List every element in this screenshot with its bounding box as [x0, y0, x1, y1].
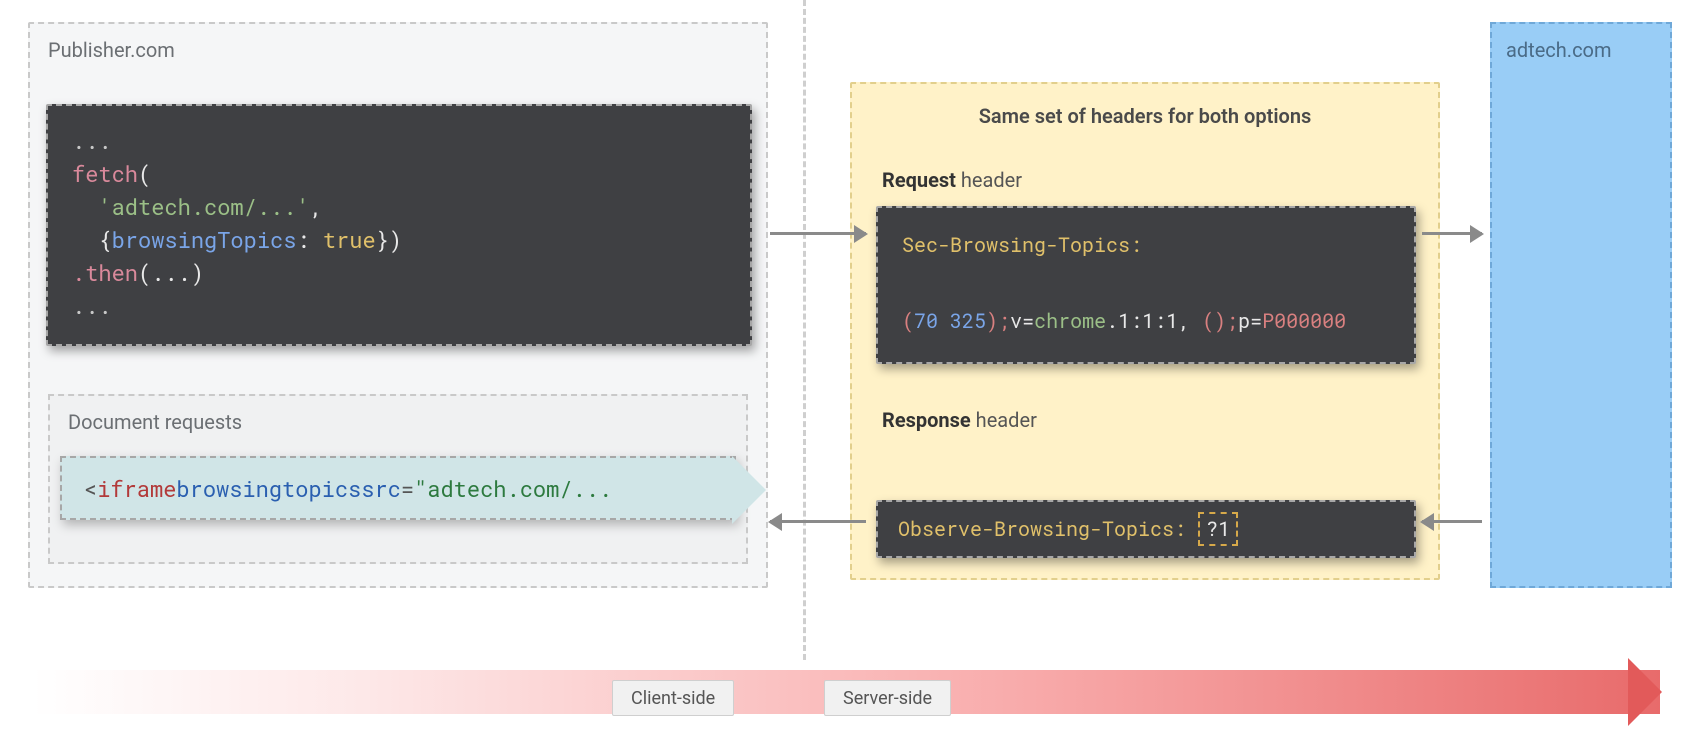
code-dots: ... [72, 126, 112, 155]
server-side-label: Server-side [824, 680, 951, 716]
code-comma: , [310, 192, 323, 221]
fetch-code-block: ... fetch( 'adtech.com/...', {browsingTo… [46, 104, 752, 346]
request-header-label: Request header [882, 168, 1022, 192]
code-paren-close: ) [389, 225, 402, 254]
iframe-val: "adtech.com/... [414, 474, 612, 503]
code-url: 'adtech.com/...' [98, 192, 309, 221]
request-header-code: Sec-Browsing-Topics: (70 325);v=chrome.1… [876, 206, 1416, 364]
req-sp [938, 308, 950, 334]
iframe-lt: < [84, 474, 97, 503]
code-dots-2: ... [72, 291, 112, 320]
code-paren-open: ( [138, 159, 151, 188]
adtech-panel: adtech.com [1490, 22, 1672, 588]
code-then-args: (...) [138, 258, 204, 287]
req-n2: 325 [950, 308, 986, 334]
req-chrome: chrome [1034, 308, 1106, 334]
response-header-label: Response header [882, 408, 1037, 432]
iframe-attr2: src [361, 474, 401, 503]
arrow-headers-to-adtech-req [1422, 232, 1482, 235]
code-opt-key: browsingTopics [112, 225, 297, 254]
arrow-publisher-to-headers [770, 232, 866, 235]
resp-header-val: ?1 [1198, 512, 1238, 546]
code-then: .then [72, 258, 138, 287]
req-p: p= [1238, 308, 1262, 334]
arrow-headers-to-publisher [770, 520, 866, 523]
iframe-code-pill: <iframe browsingtopics src="adtech.com/.… [60, 456, 736, 520]
resp-header-name: Observe-Browsing-Topics: [898, 516, 1186, 542]
iframe-tag: iframe [97, 474, 176, 503]
code-colon: : [296, 225, 322, 254]
document-requests-title: Document requests [68, 410, 242, 434]
code-opt-val: true [323, 225, 376, 254]
publisher-title: Publisher.com [48, 38, 175, 62]
req-n1: 70 [914, 308, 938, 334]
req-ver: .1:1:1, [1106, 308, 1202, 334]
iframe-eq: = [401, 474, 414, 503]
code-brace-open: { [98, 225, 111, 254]
adtech-title: adtech.com [1506, 38, 1611, 62]
req-pval: P000000 [1262, 308, 1346, 334]
headers-title: Same set of headers for both options [852, 104, 1438, 128]
req-paren-open: ( [902, 308, 914, 334]
req-paren-close: ); [986, 308, 1010, 334]
client-server-divider [803, 0, 806, 660]
req-v: v= [1010, 308, 1034, 334]
arrow-adtech-to-headers-resp [1422, 520, 1482, 523]
code-brace-close: } [376, 225, 389, 254]
req-empty: (); [1202, 308, 1238, 334]
code-fetch: fetch [72, 159, 138, 188]
iframe-attr1: browsingtopics [176, 474, 361, 503]
client-side-label: Client-side [612, 680, 734, 716]
response-header-code: Observe-Browsing-Topics: ?1 [876, 500, 1416, 558]
req-header-name: Sec-Browsing-Topics: [902, 232, 1142, 258]
